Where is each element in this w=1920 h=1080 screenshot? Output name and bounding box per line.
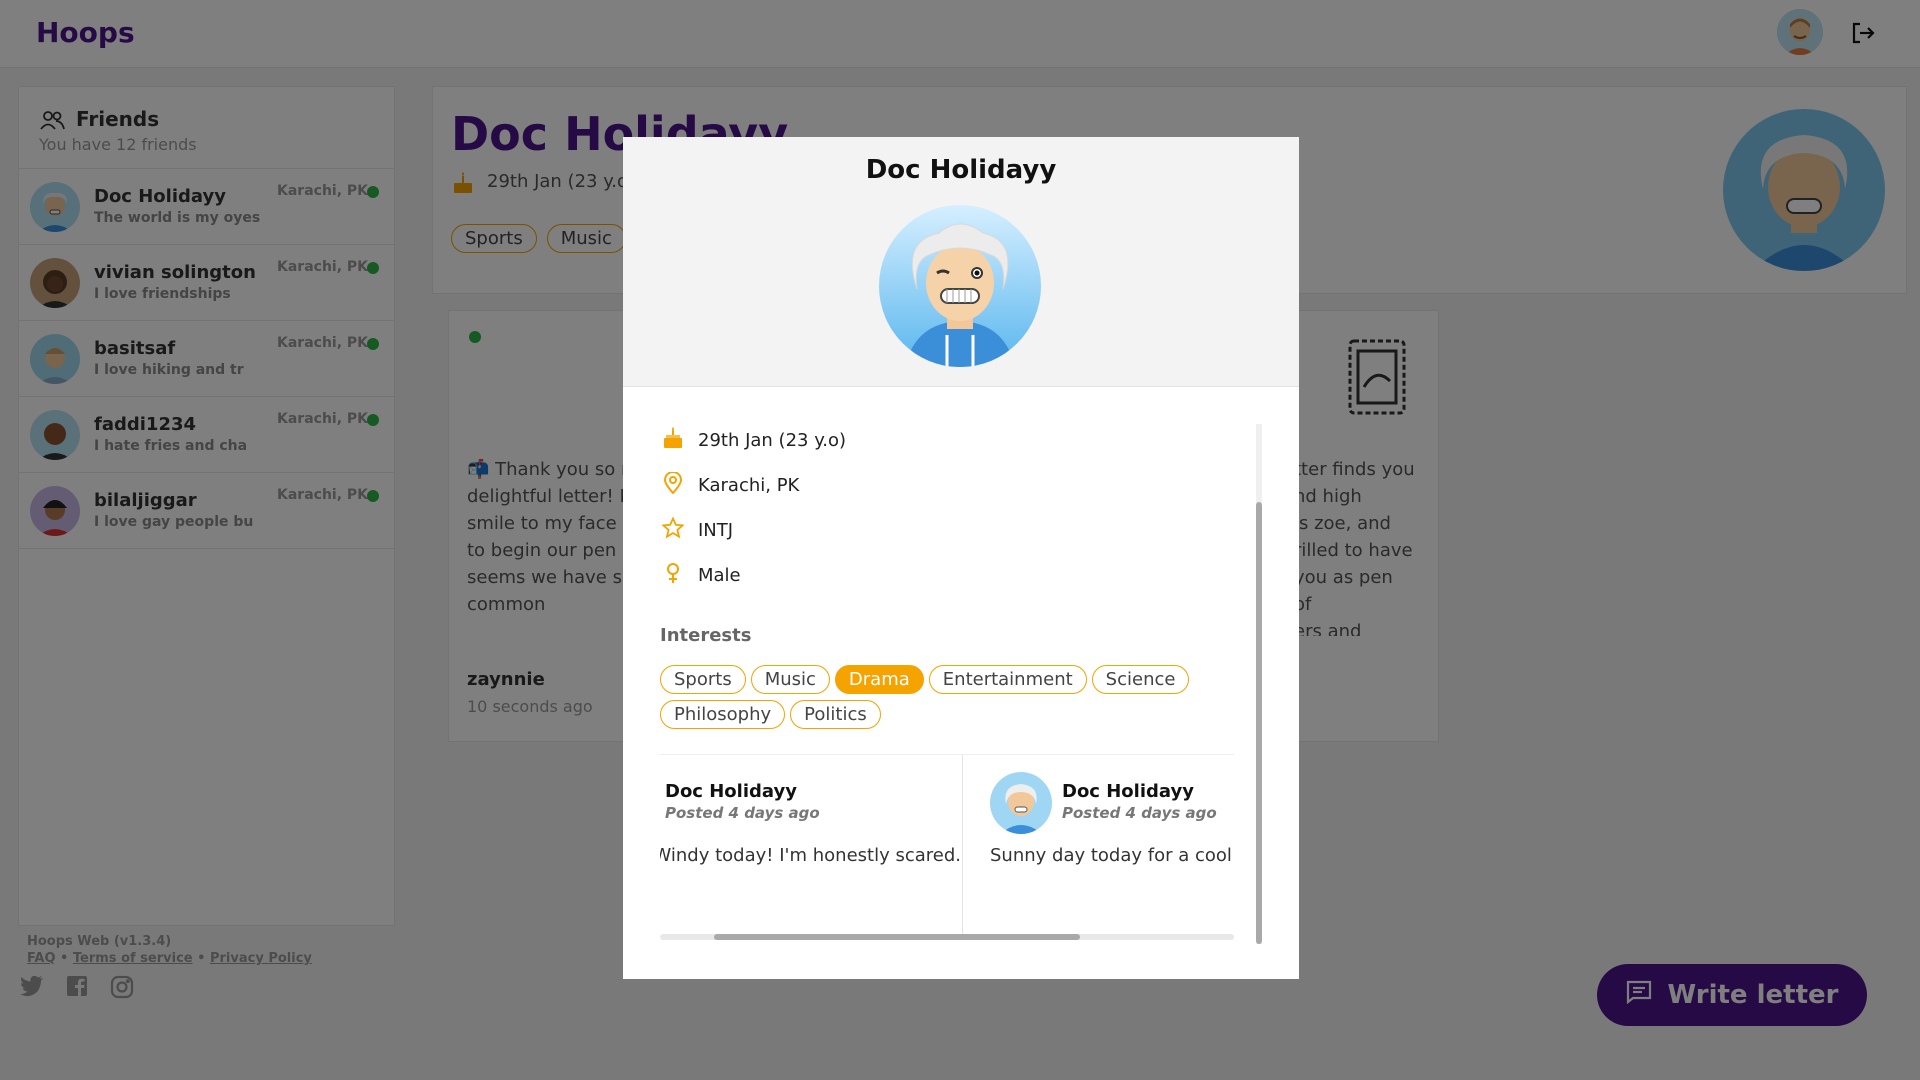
location-text: Karachi, PK (698, 475, 800, 496)
modal-header: Doc Holidayy (623, 137, 1299, 387)
star-icon (661, 516, 685, 544)
location-row: Karachi, PK (662, 471, 800, 499)
cake-icon (662, 427, 684, 454)
interest-tag-philosophy[interactable]: Philosophy (660, 700, 786, 729)
interest-tag-entertainment[interactable]: Entertainment (928, 665, 1087, 694)
personality-row: INTJ (661, 516, 734, 544)
gender-text: Male (698, 565, 741, 586)
post-time: Posted 4 days ago (1062, 804, 1217, 822)
post-author: Doc Holidayy (1062, 781, 1194, 802)
vertical-scrollbar[interactable] (1256, 424, 1262, 944)
interests-list: Sports Music Drama Entertainment Science… (660, 665, 1220, 729)
modal-avatar (879, 205, 1041, 367)
post-time: Posted 4 days ago (665, 804, 820, 822)
post-card[interactable]: Doc Holidayy Posted 4 days ago Windy tod… (660, 755, 963, 934)
birthday-text: 29th Jan (23 y.o) (698, 430, 847, 451)
post-avatar (990, 772, 1052, 834)
post-body: Windy today! I'm honestly scared. (660, 845, 961, 866)
profile-modal: Doc Holidayy 29th Jan (23 y.o) Karachi, … (623, 137, 1299, 979)
personality-text: INTJ (698, 520, 734, 541)
scrollbar-thumb[interactable] (1256, 502, 1262, 944)
modal-title: Doc Holidayy (865, 155, 1057, 185)
post-card[interactable]: Doc Holidayy Posted 4 days ago Sunny day… (972, 755, 1234, 934)
gender-icon (662, 562, 684, 589)
location-pin-icon (662, 471, 684, 499)
posts-carousel[interactable]: Doc Holidayy Posted 4 days ago Windy tod… (660, 754, 1234, 934)
scrollbar-thumb[interactable] (714, 934, 1080, 940)
interest-tag-sports[interactable]: Sports (660, 665, 746, 694)
interest-tag-music[interactable]: Music (750, 665, 830, 694)
post-author: Doc Holidayy (665, 781, 797, 802)
interests-label: Interests (660, 625, 752, 646)
post-body: Sunny day today for a cool swim (990, 845, 1234, 866)
gender-row: Male (662, 562, 741, 589)
interest-tag-politics[interactable]: Politics (790, 700, 881, 729)
birthday-row: 29th Jan (23 y.o) (662, 427, 846, 454)
interest-tag-drama[interactable]: Drama (834, 665, 924, 694)
horizontal-scrollbar[interactable] (660, 934, 1234, 940)
interest-tag-science[interactable]: Science (1091, 665, 1190, 694)
